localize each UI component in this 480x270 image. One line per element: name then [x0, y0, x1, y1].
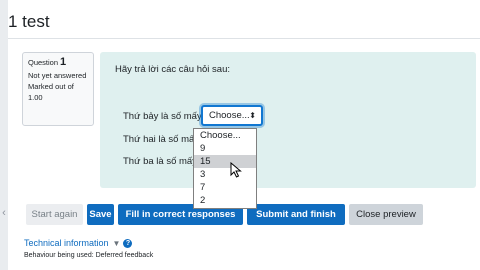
- close-preview-button[interactable]: Close preview: [349, 204, 423, 225]
- dropdown-option[interactable]: Choose...: [194, 129, 256, 142]
- page-title: 1 test: [8, 12, 50, 31]
- question-status: Not yet answered: [28, 70, 87, 80]
- answer-dropdown-list: Choose... 9 15 3 7 2: [193, 128, 257, 209]
- save-button[interactable]: Save: [87, 204, 114, 225]
- question-marks: Marked out of 1.00: [28, 82, 74, 102]
- help-icon[interactable]: ?: [123, 239, 133, 249]
- question-formulation: Hãy trả lời các câu hỏi sau: Thứ bảy là …: [100, 52, 476, 188]
- question-info-panel: Question 1 Not yet answered Marked out of…: [22, 52, 94, 126]
- submit-and-finish-button[interactable]: Submit and finish: [247, 204, 345, 225]
- dropdown-option-hovered[interactable]: 15: [194, 155, 256, 168]
- dropdown-option[interactable]: 3: [194, 168, 256, 181]
- technical-information-toggle[interactable]: Technical information ▼?: [24, 238, 133, 249]
- answer-select-1[interactable]: Choose... ⬍: [201, 105, 263, 126]
- chevron-left-icon[interactable]: ‹: [0, 206, 8, 220]
- title-divider: [8, 38, 480, 39]
- technical-information-label: Technical information: [24, 238, 109, 248]
- answer-select-value: Choose...: [209, 110, 250, 121]
- dropdown-option[interactable]: 2: [194, 194, 256, 207]
- caret-down-icon: ▼: [112, 239, 121, 248]
- sort-caret-icon: ⬍: [249, 111, 256, 120]
- question-row-2-label: Thứ hai là số mấy: [123, 134, 200, 145]
- question-row-3-label: Thứ ba là số mấy: [123, 156, 197, 167]
- question-label: Question: [28, 58, 59, 67]
- question-prompt: Hãy trả lời các câu hỏi sau:: [115, 64, 231, 75]
- left-gutter: ‹: [0, 0, 8, 270]
- dropdown-option[interactable]: 9: [194, 142, 256, 155]
- mouse-cursor-icon: [230, 162, 242, 178]
- question-number: 1: [60, 56, 67, 68]
- behaviour-text: Behaviour being used: Deferred feedback: [24, 252, 154, 259]
- dropdown-option[interactable]: 7: [194, 181, 256, 194]
- question-row-1-label: Thứ bảy là số mấy: [123, 111, 202, 122]
- start-again-button[interactable]: Start again: [26, 204, 83, 225]
